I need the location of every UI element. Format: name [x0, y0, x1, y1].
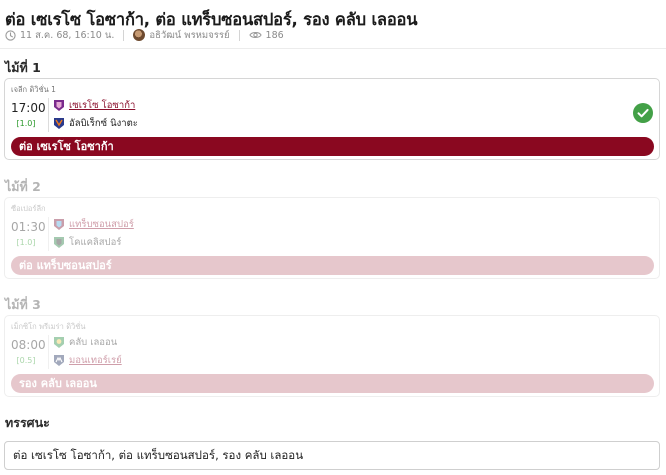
team-name[interactable]: แทร็บซอนสปอร์ — [69, 217, 134, 232]
header-divider — [0, 48, 666, 49]
albirex-niigata-logo-icon — [53, 117, 65, 130]
divider — [48, 335, 49, 369]
cerezo-osaka-logo-icon — [53, 99, 65, 112]
kocaelispor-logo-icon — [53, 236, 65, 249]
pick-2-title: ไม้ที่ 2 — [5, 179, 41, 194]
team-name[interactable]: อัลบิเร็กซ์ นิงาตะ — [69, 116, 138, 131]
divider — [48, 217, 49, 251]
monterrey-logo-icon — [53, 354, 65, 367]
eye-icon — [248, 30, 262, 40]
handicap: [1.0] — [16, 238, 36, 247]
summary-box: ต่อ เซเรโซ โอซาก้า, ต่อ แทร็บซอนสปอร์, ร… — [4, 441, 660, 470]
away-team[interactable]: อัลบิเร็กซ์ นิงาตะ — [53, 116, 138, 130]
author-avatar — [133, 29, 146, 41]
view-count: 186 — [265, 29, 284, 41]
kickoff-time: 17:00 — [11, 101, 46, 115]
team-name[interactable]: เซเรโซ โอซาก้า — [69, 98, 135, 113]
kickoff-time: 08:00 — [11, 338, 46, 352]
trabzonspor-logo-icon — [53, 218, 65, 231]
team-name[interactable]: มอนเทอร์เรย์ — [69, 353, 122, 368]
home-team[interactable]: คลับ เลออน — [53, 335, 117, 349]
publish-date: 11 ส.ค. 68, 16:10 น. — [20, 29, 115, 41]
club-leon-logo-icon — [53, 336, 65, 349]
pick-selection-bar: ต่อ เซเรโซ โอซาก้า — [11, 137, 654, 156]
pick-selection-bar: ต่อ แทร็บซอนสปอร์ — [11, 256, 654, 275]
pick-2-card[interactable]: ซือเปอร์ลีก 01:30 [1.0] แทร็บซอนสปอร์ โค… — [4, 197, 660, 279]
home-team[interactable]: แทร็บซอนสปอร์ — [53, 217, 134, 231]
kickoff-time: 01:30 — [11, 220, 46, 234]
pick-3-title: ไม้ที่ 3 — [5, 297, 41, 312]
league-name: เม็กซิโก พรีเมร่า ดิวิชั่น — [11, 322, 86, 331]
pick-1-card[interactable]: เจลีก ดิวิชั่น 1 17:00 [1.0] เซเรโซ โอซา… — [4, 78, 660, 160]
pick-1-title: ไม้ที่ 1 — [5, 60, 41, 75]
summary-heading: ทรรศนะ — [5, 415, 50, 430]
pick-3-card[interactable]: เม็กซิโก พรีเมร่า ดิวิชั่น 08:00 [0.5] ค… — [4, 315, 660, 397]
check-circle-icon — [633, 103, 653, 127]
league-name: ซือเปอร์ลีก — [11, 204, 46, 213]
home-team[interactable]: เซเรโซ โอซาก้า — [53, 98, 135, 112]
away-team[interactable]: โคแคลิสปอร์ — [53, 235, 121, 249]
meta-divider — [238, 29, 240, 41]
away-team[interactable]: มอนเทอร์เรย์ — [53, 353, 122, 367]
pick-selection-bar: รอง คลับ เลออน — [11, 374, 654, 393]
league-name: เจลีก ดิวิชั่น 1 — [11, 85, 56, 94]
handicap: [0.5] — [16, 356, 36, 365]
divider — [48, 98, 49, 132]
article-meta: 11 ส.ค. 68, 16:10 น. อธิวัฒน์ พรหมจรรย์ … — [5, 27, 284, 43]
team-name[interactable]: โคแคลิสปอร์ — [69, 235, 121, 250]
author-name[interactable]: อธิวัฒน์ พรหมจรรย์ — [149, 28, 229, 43]
handicap: [1.0] — [16, 119, 36, 128]
meta-divider — [123, 29, 125, 41]
clock-icon — [5, 29, 16, 41]
team-name[interactable]: คลับ เลออน — [69, 335, 117, 350]
